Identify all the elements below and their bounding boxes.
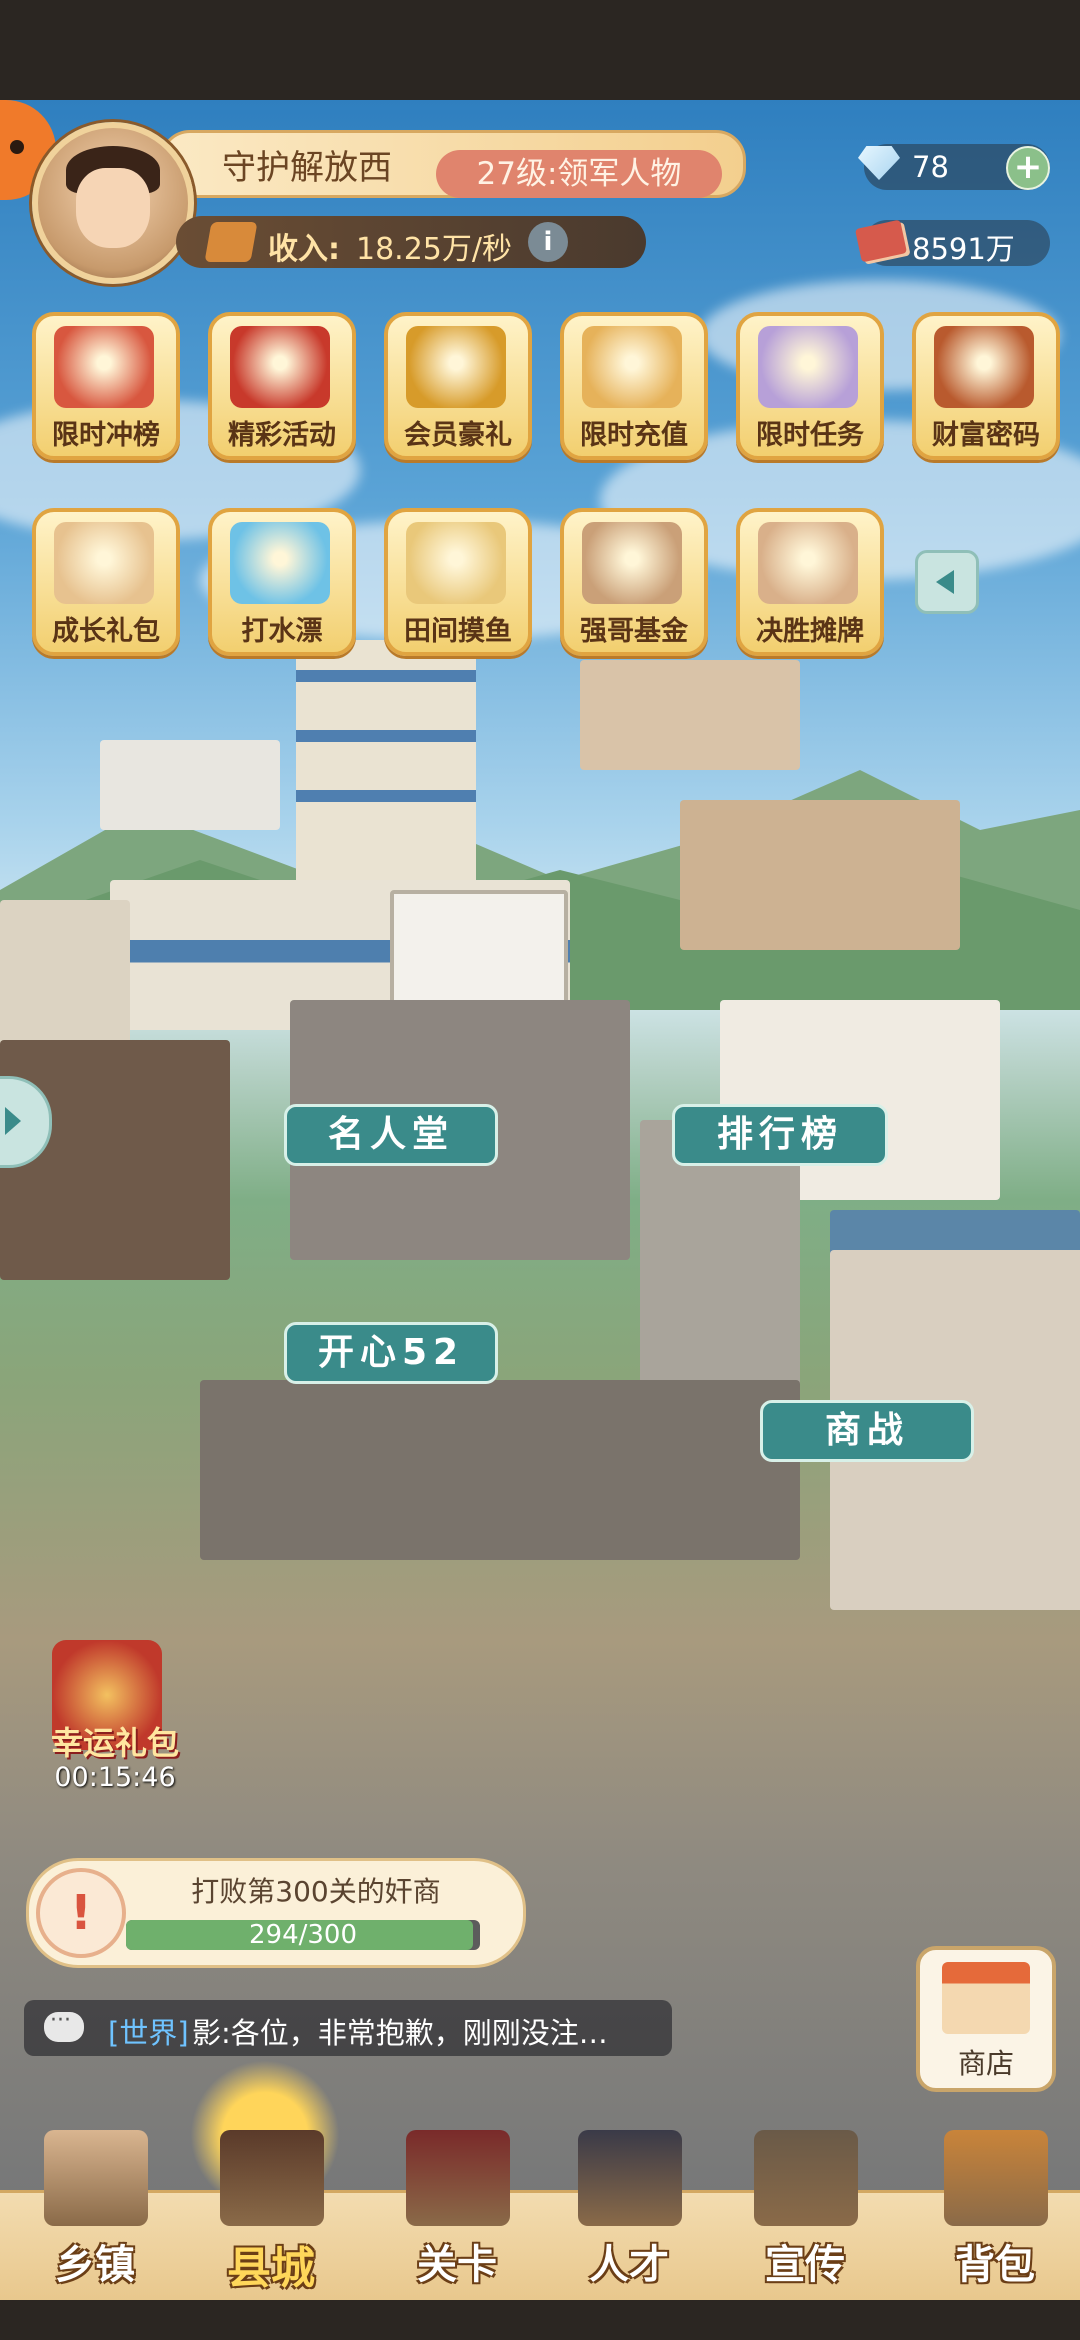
chat-channel: [世界] (108, 2016, 189, 2050)
event-events-row2-4[interactable]: 决胜摊牌 (736, 508, 884, 656)
income-value: 18.25万/秒 (356, 232, 512, 267)
briefcase-icon (944, 2130, 1048, 2226)
event-label: 限时任务 (756, 420, 864, 451)
money-stack-icon (204, 222, 258, 262)
building (100, 740, 280, 830)
shop-icon (942, 1962, 1030, 2034)
event-events-row2-3[interactable]: 强哥基金 (560, 508, 708, 656)
businessman-icon (578, 2130, 682, 2226)
gem-count: 78 (912, 150, 949, 184)
alert-icon (36, 1868, 126, 1958)
film-camera-icon (754, 2130, 858, 2226)
task-progress-text: 294/300 (248, 1920, 357, 1950)
nav-label: 宣传 (765, 2242, 845, 2288)
nav-item-1[interactable]: 县城 (196, 2130, 346, 2295)
event-label: 会员豪礼 (404, 420, 512, 451)
gesture-bar (0, 2300, 1080, 2340)
event-label: 决胜摊牌 (756, 616, 864, 647)
task-text: 打败第300关的奸商 (191, 1875, 441, 1908)
event-events-row2-2[interactable]: 田间摸鱼 (384, 508, 532, 656)
player-name: 守护解放西 (222, 148, 392, 188)
collapse-events-button[interactable] (915, 550, 979, 614)
event-events-row2-1[interactable]: 打水漂 (208, 508, 356, 656)
event-events-row1-0[interactable]: 限时冲榜 (32, 312, 180, 460)
player-avatar[interactable] (32, 122, 194, 284)
event-events-row1-5[interactable]: 财富密码 (912, 312, 1060, 460)
nav-label: 关卡 (417, 2242, 497, 2288)
cash-amount: 8591万 (912, 232, 1015, 266)
add-gems-button[interactable]: + (1006, 146, 1050, 190)
woman-cards-icon (758, 522, 858, 604)
nav-item-5[interactable]: 背包 (920, 2130, 1070, 2295)
chat-bubble-icon (44, 2008, 84, 2042)
building (0, 900, 130, 1050)
map-label-leaderboard[interactable]: 排行榜 (672, 1104, 888, 1166)
event-label: 财富密码 (932, 420, 1040, 451)
chat-message: 影:各位，非常抱歉，刚刚没注… (192, 2016, 608, 2050)
task-scroll-icon (758, 326, 858, 408)
shop-label: 商店 (957, 2047, 1014, 2080)
nav-label: 乡镇 (55, 2242, 135, 2288)
event-label: 限时充值 (580, 420, 688, 451)
shop-button[interactable]: 商店 (916, 1946, 1056, 2092)
nav-label: 背包 (955, 2242, 1035, 2288)
building (0, 1040, 230, 1280)
street (200, 1380, 800, 1560)
nav-item-4[interactable]: 宣传 (730, 2130, 880, 2295)
gift-box-icon (230, 326, 330, 408)
event-label: 打水漂 (241, 616, 323, 647)
building (680, 800, 960, 950)
lucky-gift-label[interactable]: 幸运礼包 (40, 1718, 190, 1764)
man-portrait-icon (582, 522, 682, 604)
village-house-icon (44, 2130, 148, 2226)
event-events-row1-1[interactable]: 精彩活动 (208, 312, 356, 460)
event-label: 限时冲榜 (52, 420, 160, 451)
event-label: 田间摸鱼 (404, 616, 512, 647)
status-bar (0, 0, 1080, 100)
event-label: 成长礼包 (52, 616, 160, 647)
tv-sun-icon (220, 2130, 324, 2226)
wallet-key-icon (934, 326, 1034, 408)
event-events-row1-4[interactable]: 限时任务 (736, 312, 884, 460)
girl-portrait-icon (54, 522, 154, 604)
map-label-business-war[interactable]: 商战 (760, 1400, 974, 1462)
event-events-row1-3[interactable]: 限时充值 (560, 312, 708, 460)
piggy-bank-icon (582, 326, 682, 408)
face (76, 168, 150, 248)
nav-label: 人才 (589, 2242, 669, 2288)
info-icon[interactable]: i (528, 222, 568, 262)
water-splash-icon (230, 522, 330, 604)
map-label-hall-of-fame[interactable]: 名人堂 (284, 1104, 498, 1166)
event-label: 强哥基金 (580, 616, 688, 647)
lucky-gift-timer: 00:15:46 (54, 1762, 176, 1793)
trophy-clock-icon (54, 326, 154, 408)
nav-item-3[interactable]: 人才 (554, 2130, 704, 2295)
vip-badge-icon (406, 326, 506, 408)
nav-item-0[interactable]: 乡镇 (20, 2130, 170, 2295)
building (580, 660, 800, 770)
level-badge: 27级:领军人物 (436, 150, 722, 198)
map-label-happy52[interactable]: 开心52 (284, 1322, 498, 1384)
event-label: 精彩活动 (228, 420, 336, 451)
nav-item-2[interactable]: 关卡 (382, 2130, 532, 2295)
sewing-machine-icon (406, 2130, 510, 2226)
straw-hat-icon (406, 522, 506, 604)
income-label: 收入: (268, 232, 340, 267)
nav-label: 县城 (227, 2243, 315, 2294)
event-events-row1-2[interactable]: 会员豪礼 (384, 312, 532, 460)
event-events-row2-0[interactable]: 成长礼包 (32, 508, 180, 656)
